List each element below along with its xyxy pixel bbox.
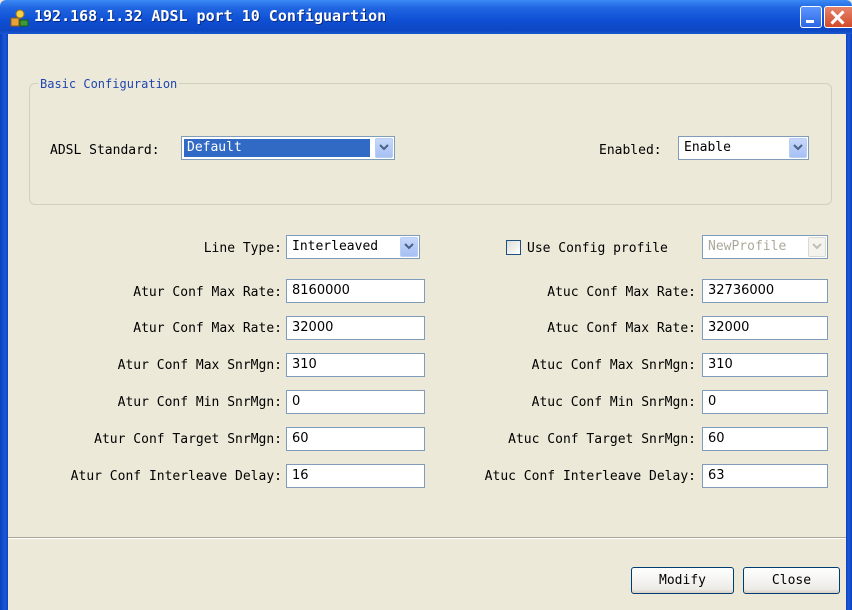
chevron-down-icon[interactable] — [789, 138, 807, 158]
line-type-select[interactable]: Interleaved — [286, 235, 420, 259]
atuc-max-rate-input[interactable]: 32736000 — [702, 279, 828, 303]
enabled-select[interactable]: Enable — [678, 136, 809, 160]
atur-max-snrmgn-label: Atur Conf Max SnrMgn: — [117, 358, 282, 373]
adsl-standard-value: Default — [184, 139, 370, 157]
atuc-max-rate-2-label: Atuc Conf Max Rate: — [547, 321, 696, 336]
atur-max-rate-label: Atur Conf Max Rate: — [133, 285, 282, 300]
config-profile-value: NewProfile — [708, 239, 787, 254]
atur-interleave-delay-label: Atur Conf Interleave Delay: — [70, 469, 282, 484]
close-window-button[interactable] — [824, 6, 852, 28]
basic-config-legend: Basic Configuration — [38, 77, 180, 91]
line-type-label: Line Type: — [203, 241, 282, 256]
window-frame-right — [846, 34, 852, 610]
atur-max-rate-2-label: Atur Conf Max Rate: — [133, 321, 282, 336]
atuc-max-rate-2-input[interactable]: 32000 — [702, 316, 828, 340]
atur-min-snrmgn-input[interactable]: 0 — [286, 390, 425, 414]
atuc-min-snrmgn-input[interactable]: 0 — [702, 390, 828, 414]
atuc-target-snrmgn-label: Atuc Conf Target SnrMgn: — [508, 432, 696, 447]
config-dialog: 192.168.1.32 ADSL port 10 Configuartion … — [0, 0, 852, 610]
chevron-down-icon[interactable] — [808, 237, 826, 257]
use-config-profile-checkbox[interactable] — [506, 240, 521, 255]
atuc-min-snrmgn-label: Atuc Conf Min SnrMgn: — [531, 395, 696, 410]
atuc-max-snrmgn-input[interactable]: 310 — [702, 353, 828, 377]
title-bar[interactable]: 192.168.1.32 ADSL port 10 Configuartion — [0, 0, 852, 34]
atuc-max-rate-label: Atuc Conf Max Rate: — [547, 285, 696, 300]
modify-button[interactable]: Modify — [631, 567, 734, 594]
chevron-down-icon[interactable] — [375, 138, 393, 158]
atuc-max-snrmgn-label: Atuc Conf Max SnrMgn: — [531, 358, 696, 373]
adsl-standard-label: ADSL Standard: — [50, 143, 160, 158]
atuc-interleave-delay-label: Atuc Conf Interleave Delay: — [484, 469, 696, 484]
atur-max-rate-2-input[interactable]: 32000 — [286, 316, 425, 340]
atuc-target-snrmgn-input[interactable]: 60 — [702, 427, 828, 451]
footer-divider — [8, 537, 846, 539]
enabled-label: Enabled: — [599, 143, 662, 158]
close-button[interactable]: Close — [743, 567, 840, 594]
minimize-button[interactable] — [800, 6, 822, 28]
atur-max-snrmgn-input[interactable]: 310 — [286, 353, 425, 377]
window-frame-left — [0, 34, 8, 610]
atur-min-snrmgn-label: Atur Conf Min SnrMgn: — [117, 395, 282, 410]
atur-max-rate-input[interactable]: 8160000 — [286, 279, 425, 303]
atur-interleave-delay-input[interactable]: 16 — [286, 464, 425, 488]
config-profile-select[interactable]: NewProfile — [702, 235, 828, 259]
atuc-interleave-delay-input[interactable]: 63 — [702, 464, 828, 488]
line-type-value: Interleaved — [292, 239, 379, 254]
app-icon — [10, 9, 29, 27]
enabled-value: Enable — [684, 140, 731, 155]
use-config-profile-label: Use Config profile — [527, 241, 668, 256]
atur-target-snrmgn-input[interactable]: 60 — [286, 427, 425, 451]
window-title: 192.168.1.32 ADSL port 10 Configuartion — [34, 7, 387, 25]
atur-target-snrmgn-label: Atur Conf Target SnrMgn: — [94, 432, 282, 447]
adsl-standard-select[interactable]: Default — [181, 136, 395, 160]
chevron-down-icon[interactable] — [400, 237, 418, 257]
